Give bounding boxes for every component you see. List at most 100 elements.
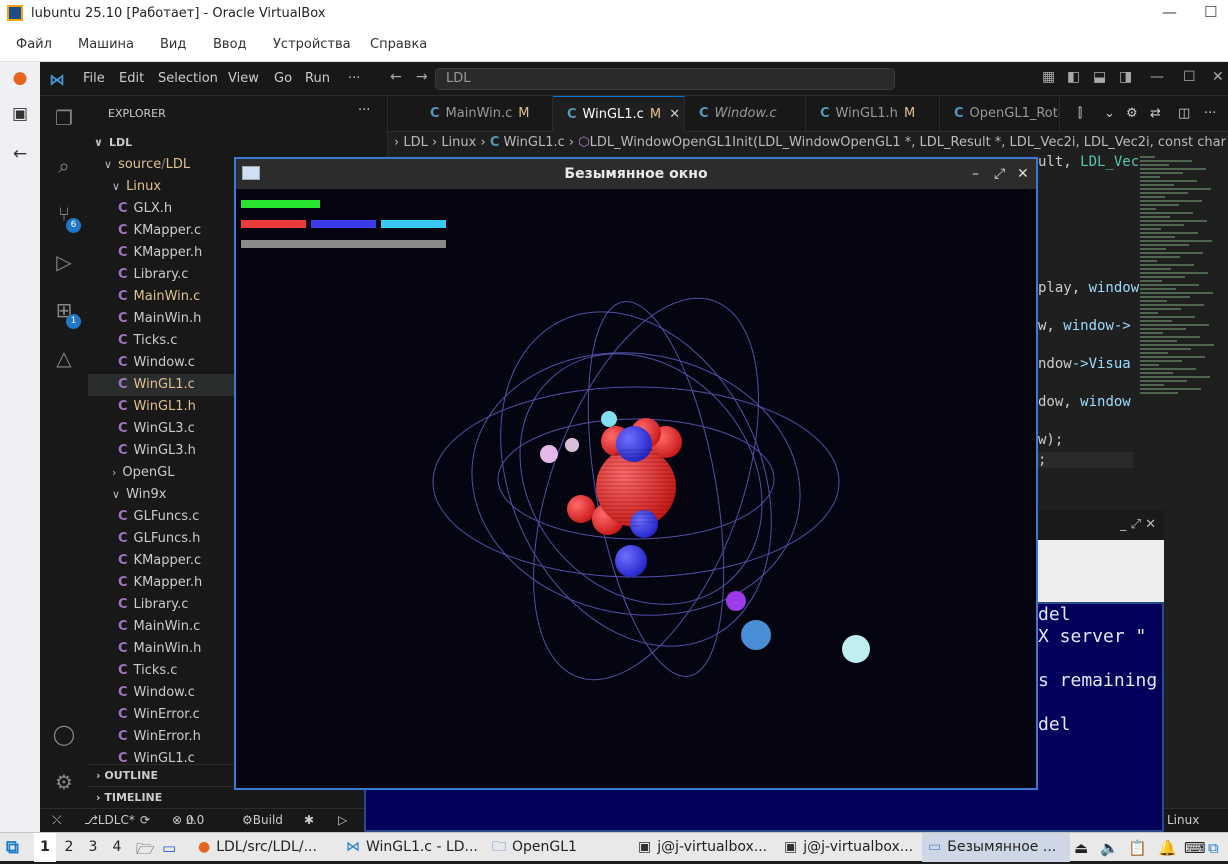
c-file-icon: C xyxy=(567,107,577,122)
minimap[interactable] xyxy=(1140,154,1220,444)
tab-close-icon[interactable]: ✕ xyxy=(669,107,680,122)
sync-icon[interactable]: ⟳ xyxy=(140,809,150,831)
overflow-icon[interactable]: ··· xyxy=(1204,106,1216,121)
c-file-icon: C xyxy=(118,311,128,326)
network-icon[interactable]: ⧉ xyxy=(1208,839,1219,857)
layout-icon[interactable]: ▦ xyxy=(1042,69,1055,85)
taskbar-app[interactable]: ⋈ WinGL1.c - LD... xyxy=(340,833,480,862)
taskbar-app[interactable]: ▣ j@j-virtualbox... xyxy=(778,833,918,862)
remote-icon[interactable]: ⤬ xyxy=(52,809,62,831)
tab-2[interactable]: C WinGL1.c M ✕ xyxy=(553,96,685,132)
notification-icon[interactable]: 🔔 xyxy=(1158,839,1177,857)
workspace-3[interactable]: 3 xyxy=(82,833,104,862)
debug-icon[interactable]: ✱ xyxy=(304,809,314,831)
branch-status[interactable]: ⎇ LDLC* xyxy=(84,809,135,831)
build-button[interactable]: ⚙ Build xyxy=(242,809,283,831)
taskbar-app[interactable]: 🗀 OpenGL1 xyxy=(486,833,626,862)
terminal-line: X server " xyxy=(1038,626,1147,647)
menu-file[interactable]: Файл xyxy=(16,37,52,52)
menu-machine[interactable]: Машина xyxy=(78,37,134,52)
box-icon[interactable]: ▣ xyxy=(8,104,32,128)
settings-icon[interactable]: ⚙ xyxy=(1126,106,1138,121)
vs-menu-view[interactable]: View xyxy=(228,71,259,86)
c-file-icon: C xyxy=(118,597,128,612)
run-debug-icon[interactable]: ▷ xyxy=(51,250,77,276)
c-file-icon: C xyxy=(118,509,128,524)
opengl-window[interactable]: Безымянное окно – ⤢ ✕ xyxy=(234,157,1038,790)
taskbar-app[interactable]: ● LDL/src/LDL/... xyxy=(192,833,332,862)
split-editor-icon[interactable]: ⫿ xyxy=(1078,106,1082,121)
workspace-2[interactable]: 2 xyxy=(58,833,80,862)
c-file-icon: C xyxy=(699,106,709,121)
vscode-icon: ⋈ xyxy=(346,839,360,855)
workspace-4[interactable]: 4 xyxy=(106,833,128,862)
c-file-icon: C xyxy=(118,355,128,370)
menu-input[interactable]: Ввод xyxy=(213,37,247,52)
virtualbox-logo-icon xyxy=(7,5,23,21)
command-search-input[interactable]: LDL xyxy=(435,68,895,90)
compare-icon[interactable]: ⇄ xyxy=(1150,106,1161,121)
start-menu-icon[interactable]: ⧉ xyxy=(6,833,30,862)
vs-menu-go[interactable]: Go xyxy=(274,71,292,86)
vs-menu-selection[interactable]: Selection xyxy=(158,71,218,86)
explorer-icon[interactable]: ❐ xyxy=(51,106,77,132)
account-icon[interactable]: ◯ xyxy=(51,722,77,748)
terminal-titlebar[interactable]: _ ⤢ ✕ xyxy=(1032,510,1164,540)
vs-menu-run[interactable]: Run xyxy=(305,71,330,86)
opengl-window-titlebar[interactable]: Безымянное окно xyxy=(236,159,1036,189)
back-icon[interactable]: ← xyxy=(8,144,32,168)
tab-4[interactable]: C WinGL1.h M xyxy=(806,96,940,132)
code-line: play, window xyxy=(1038,280,1140,296)
maximize-button[interactable]: ☐ xyxy=(1204,3,1217,21)
vs-menu-more[interactable]: ··· xyxy=(348,71,360,86)
gl-minimize-button[interactable]: – xyxy=(972,159,979,189)
split-icon[interactable]: ◫ xyxy=(1178,106,1190,121)
volume-icon[interactable]: 🔈 xyxy=(1100,839,1119,857)
os-status[interactable]: Linux xyxy=(1167,809,1199,831)
manage-gear-icon[interactable]: ⚙ xyxy=(51,770,77,796)
desktop-icon[interactable]: ▭ xyxy=(162,839,176,857)
crumb-linux[interactable]: Linux xyxy=(441,135,476,150)
more-actions-icon[interactable]: ⌄ xyxy=(1104,106,1115,121)
gl-close-button[interactable]: ✕ xyxy=(1017,159,1029,189)
crumb-ldl[interactable]: LDL xyxy=(403,135,428,150)
c-file-icon: C xyxy=(118,201,128,216)
crumb-symbol[interactable]: LDL_WindowOpenGL1Init(LDL_WindowOpenGL1 … xyxy=(590,135,1228,150)
keyboard-icon[interactable]: ⌨ xyxy=(1184,839,1206,857)
code-line: w); xyxy=(1038,432,1064,448)
gl-maximize-button[interactable]: ⤢ xyxy=(994,159,1005,189)
nav-back-icon[interactable]: ← xyxy=(390,69,402,85)
workspace-1[interactable]: 1 xyxy=(34,833,56,862)
menu-help[interactable]: Справка xyxy=(370,37,427,52)
search-icon[interactable]: ⌕ xyxy=(51,154,77,180)
run-icon[interactable]: ▷ xyxy=(338,809,347,831)
menu-devices[interactable]: Устройства xyxy=(273,37,351,52)
toggle-secondary-icon[interactable]: ◨ xyxy=(1119,69,1132,85)
upload-icon[interactable]: ⏏ xyxy=(1074,839,1088,857)
vs-menu-edit[interactable]: Edit xyxy=(119,71,144,86)
tab-1[interactable]: C MainWin.c M xyxy=(416,96,553,132)
tab-3[interactable]: C Window.c xyxy=(685,96,806,132)
restore-icon[interactable]: ☐ xyxy=(1183,69,1196,85)
nav-forward-icon[interactable]: → xyxy=(416,69,428,85)
vs-menu-file[interactable]: File xyxy=(83,71,105,86)
minimize-button[interactable]: — xyxy=(1162,3,1177,21)
planet xyxy=(565,438,579,452)
crumb-file[interactable]: WinGL1.c xyxy=(504,135,565,150)
toggle-sidebar-icon[interactable]: ◧ xyxy=(1067,69,1080,85)
taskbar-app[interactable]: ▭ Безымянное ... xyxy=(922,833,1070,862)
firefox-icon[interactable]: ● xyxy=(8,68,32,92)
tree-root[interactable]: ∨ LDL xyxy=(88,132,388,154)
tab-5[interactable]: C OpenGL1_Rota xyxy=(940,96,1060,132)
explorer-more-button[interactable]: ··· xyxy=(358,103,370,118)
minimize-icon[interactable]: — xyxy=(1150,69,1164,85)
toggle-panel-icon[interactable]: ⬓ xyxy=(1093,69,1106,85)
problems-status[interactable]: ⊗ 0 ⚠ 0 xyxy=(172,809,204,831)
taskbar-app[interactable]: ▣ j@j-virtualbox... xyxy=(632,833,772,862)
files-icon[interactable]: 🗁 xyxy=(136,839,155,864)
clipboard-icon[interactable]: 📋 xyxy=(1128,839,1147,857)
close-icon[interactable]: ✕ xyxy=(1212,69,1224,85)
sphere xyxy=(615,545,647,577)
menu-view[interactable]: Вид xyxy=(160,37,186,52)
cmake-icon[interactable]: △ xyxy=(51,346,77,372)
